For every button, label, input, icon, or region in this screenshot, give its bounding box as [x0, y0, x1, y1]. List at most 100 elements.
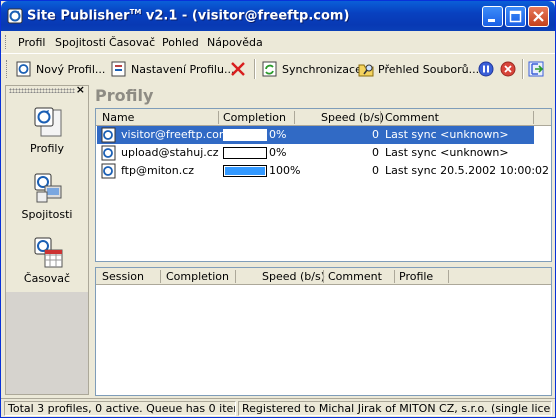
stop-icon: [500, 61, 516, 77]
profile-settings-button[interactable]: Nastavení Profilu...: [111, 58, 234, 80]
column-divider[interactable]: [323, 270, 324, 283]
maximize-button[interactable]: [505, 6, 526, 27]
sidebar: × Profily Spojitosti Časovač: [5, 83, 89, 395]
toolbar-grip[interactable]: [6, 60, 9, 78]
menu-spojitosti[interactable]: Spojitosti: [55, 36, 106, 49]
column-header-comment[interactable]: Comment: [328, 270, 382, 283]
profile-row[interactable]: ftp@miton.cz 100% 0 Last sync 20.5.2002 …: [97, 162, 549, 180]
profile-row[interactable]: visitor@freeftp.com 0% 0 Last sync <unkn…: [97, 126, 534, 144]
sidebar-item-profiles[interactable]: Profily: [6, 102, 88, 162]
column-header-speed[interactable]: Speed (b/s): [321, 111, 384, 124]
column-header-session[interactable]: Session: [102, 270, 144, 283]
profile-settings-icon: [111, 61, 126, 77]
toolbar-separator: [522, 59, 524, 79]
column-divider[interactable]: [380, 111, 381, 124]
app-window: Site PublisherTM v2.1 - (visitor@freeftp…: [0, 0, 556, 418]
file-overview-button[interactable]: Přehled Souborů...: [358, 58, 479, 80]
profile-name: visitor@freeftp.com: [121, 128, 230, 141]
profile-name: upload@stahuj.cz: [121, 146, 219, 159]
profile-speed: 0: [372, 164, 379, 177]
profile-completion: 0%: [269, 146, 287, 159]
sessions-table: Session Completion Speed (b/s) Comment P…: [95, 267, 552, 396]
sidebar-list: Profily Spojitosti Časovač: [6, 96, 88, 292]
app-icon: [7, 8, 23, 24]
completion-progress-bar: [223, 147, 267, 159]
column-divider[interactable]: [533, 111, 534, 124]
connections-icon: [34, 173, 62, 203]
column-header-completion[interactable]: Completion: [223, 111, 286, 124]
file-overview-icon: [358, 64, 374, 77]
profiles-table-header: Name Completion Speed (b/s) Comment: [96, 109, 551, 126]
profile-icon: [101, 127, 116, 143]
profile-name: ftp@miton.cz: [121, 164, 195, 177]
completion-progress-fill: [225, 167, 265, 175]
maximize-icon: [509, 10, 522, 23]
close-icon: [533, 11, 544, 22]
profile-speed: 0: [372, 146, 379, 159]
exit-button[interactable]: [528, 58, 544, 80]
menu-napoveda[interactable]: Nápověda: [207, 36, 263, 49]
window-title: Site PublisherTM v2.1 - (visitor@freeftp…: [27, 8, 350, 24]
stop-button[interactable]: [500, 58, 516, 80]
completion-progress-bar: [223, 129, 267, 141]
column-header-speed[interactable]: Speed (b/s): [262, 270, 325, 283]
profile-icon: [101, 163, 116, 179]
minimize-icon: [488, 19, 495, 22]
sidebar-item-timer-label: Časovač: [23, 272, 71, 285]
column-divider[interactable]: [218, 111, 219, 124]
sidebar-item-connections-label: Spojitosti: [21, 208, 73, 221]
sync-icon: [262, 61, 277, 77]
page-title: Profily: [95, 86, 154, 105]
new-profile-label: Nový Profil...: [36, 62, 106, 76]
title-bar[interactable]: Site PublisherTM v2.1 - (visitor@freeftp…: [1, 1, 555, 31]
column-divider[interactable]: [235, 270, 236, 283]
profile-completion: 100%: [269, 164, 301, 177]
profile-speed: 0: [372, 128, 379, 141]
sidebar-item-connections[interactable]: Spojitosti: [6, 168, 88, 228]
profile-comment: Last sync <unknown>: [385, 128, 509, 141]
menu-profil[interactable]: Profil: [18, 36, 45, 49]
sidebar-item-profiles-label: Profily: [30, 142, 64, 155]
profile-comment: Last sync <unknown>: [385, 146, 509, 159]
column-header-name[interactable]: Name: [102, 111, 134, 124]
profile-comment: Last sync 20.5.2002 10:00:02: [385, 164, 550, 177]
profile-icon: [101, 145, 116, 161]
sessions-table-header: Session Completion Speed (b/s) Comment P…: [96, 268, 551, 285]
profile-row[interactable]: upload@stahuj.cz 0% 0 Last sync <unknown…: [97, 144, 534, 162]
column-divider[interactable]: [160, 270, 161, 283]
sidebar-item-timer[interactable]: Časovač: [6, 232, 88, 292]
sidebar-header: ×: [6, 83, 88, 96]
profiles-icon: [34, 107, 62, 137]
profiles-table: Name Completion Speed (b/s) Comment visi…: [95, 108, 552, 262]
completion-progress-bar: [223, 165, 267, 177]
column-divider[interactable]: [394, 270, 395, 283]
column-header-profile[interactable]: Profile: [399, 270, 433, 283]
menu-grip[interactable]: [5, 35, 8, 49]
status-queue: Total 3 profiles, 0 active. Queue has 0 …: [4, 401, 236, 416]
column-divider[interactable]: [448, 270, 449, 283]
synchronize-button[interactable]: Synchronizace: [262, 58, 362, 80]
menu-casovac[interactable]: Časovač: [109, 36, 155, 49]
menu-bar: Profil Spojitosti Časovač Pohled Nápověd…: [1, 31, 555, 53]
column-divider[interactable]: [294, 111, 295, 124]
exit-icon: [528, 61, 544, 77]
column-header-comment[interactable]: Comment: [385, 111, 439, 124]
file-overview-label: Přehled Souborů...: [378, 62, 480, 76]
pause-button[interactable]: [478, 58, 494, 80]
pause-icon: [478, 61, 494, 77]
profile-completion: 0%: [269, 128, 287, 141]
column-header-completion[interactable]: Completion: [166, 270, 229, 283]
menu-pohled[interactable]: Pohled: [162, 36, 199, 49]
status-license: Registered to Michal Jirak of MITON CZ, …: [238, 401, 552, 416]
new-profile-icon: [16, 61, 31, 77]
delete-icon: [231, 62, 245, 76]
delete-button[interactable]: [230, 58, 246, 80]
status-bar: Total 3 profiles, 0 active. Queue has 0 …: [1, 398, 555, 417]
profile-settings-label: Nastavení Profilu...: [131, 62, 235, 76]
minimize-button[interactable]: [482, 6, 503, 27]
sidebar-grip[interactable]: [9, 88, 75, 93]
close-window-button[interactable]: [528, 6, 549, 27]
sidebar-close-icon[interactable]: ×: [76, 83, 85, 96]
new-profile-button[interactable]: Nový Profil...: [16, 58, 105, 80]
toolbar: Nový Profil... Nastavení Profilu... Sync…: [1, 53, 555, 83]
